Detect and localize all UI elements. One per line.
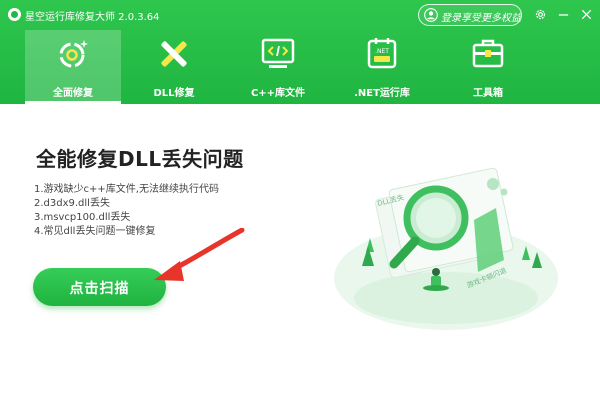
red-arrow-icon (154, 228, 245, 281)
toolbox-icon (472, 39, 504, 68)
tab-label: DLL修复 (153, 88, 195, 99)
tab-dotnet-runtime[interactable]: .NET .NET运行库 (334, 30, 430, 104)
main-nav: 全面修复 DLL修复 C++库文件 .NET .NET运行库 工具箱 (0, 30, 600, 104)
list-item: 2.d3dx9.dll丢失 (34, 198, 110, 209)
user-icon (424, 8, 438, 22)
dll-tools-icon (161, 41, 187, 67)
refresh-repair-icon (59, 40, 88, 68)
tab-dll-repair[interactable]: DLL修复 (126, 30, 222, 104)
app-logo-icon (8, 8, 21, 21)
close-icon[interactable] (580, 8, 593, 21)
tab-label: 工具箱 (473, 88, 503, 99)
svg-text:.NET: .NET (375, 48, 389, 55)
tab-full-repair[interactable]: 全面修复 (25, 30, 121, 104)
code-monitor-icon (261, 38, 295, 68)
list-item: 3.msvcp100.dll丢失 (34, 212, 131, 223)
list-item: 1.游戏缺少c++库文件,无法继续执行代码 (34, 184, 219, 195)
tab-label: .NET运行库 (354, 88, 410, 99)
title-bar[interactable]: 星空运行库修复大师 2.0.3.64 登录享受更多权益 (0, 0, 600, 30)
dotnet-icon: .NET (367, 38, 397, 69)
scan-button[interactable]: 点击扫描 (33, 268, 166, 306)
tab-cpp-libraries[interactable]: C++库文件 (230, 30, 326, 104)
app-header: 星空运行库修复大师 2.0.3.64 登录享受更多权益 全面修复 DLL修复 C… (0, 0, 600, 104)
tab-toolbox[interactable]: 工具箱 (440, 30, 536, 104)
login-button[interactable]: 登录享受更多权益 (418, 4, 522, 26)
tab-label: C++库文件 (250, 88, 306, 99)
gear-icon[interactable] (534, 8, 547, 21)
tab-label: 全面修复 (53, 88, 93, 99)
page-headline: 全能修复DLL丢失问题 (36, 147, 244, 171)
minimize-icon[interactable] (557, 8, 570, 21)
scan-illustration: DLL丢失 游戏卡顿闪退 (334, 167, 558, 330)
login-text: 登录享受更多权益 (441, 13, 521, 24)
app-title: 星空运行库修复大师 2.0.3.64 (25, 12, 160, 23)
scan-button-label: 点击扫描 (69, 280, 130, 296)
